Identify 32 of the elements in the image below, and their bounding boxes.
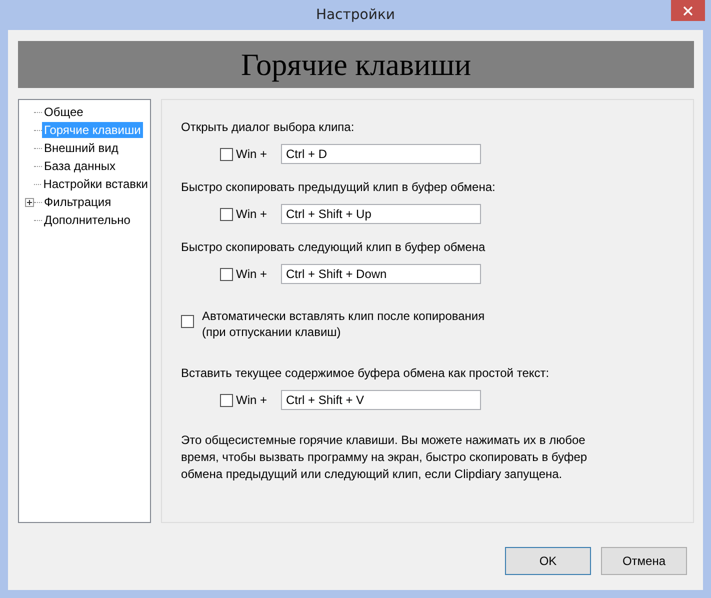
sidebar-item[interactable]: Внешний вид xyxy=(42,140,120,156)
win-label: Win + xyxy=(236,207,268,221)
win-checkbox[interactable] xyxy=(220,148,233,160)
dialog-button[interactable]: OK xyxy=(505,547,591,575)
sidebar-item[interactable]: Общее xyxy=(42,104,86,120)
sidebar-item[interactable]: Дополнительно xyxy=(42,212,132,228)
hotkey-field[interactable]: Ctrl + D xyxy=(281,144,482,164)
expand-icon[interactable] xyxy=(25,198,34,206)
setting-label: Вставить текущее содержимое буфера обмена как простой текст: xyxy=(181,366,550,380)
win-checkbox[interactable] xyxy=(220,394,233,406)
page-header: Горячие клавиши xyxy=(18,41,694,88)
win-checkbox[interactable] xyxy=(220,208,233,220)
info-text: Это общесистемные горячие клавиши. Вы можете нажимать их в любое время, чтобы вызвать программу на экран, быстро скопировать в буфер обмена предыдущий или следующий клип, если Clipdiary запущена. xyxy=(181,432,588,483)
hotkey-field[interactable]: Ctrl + Shift + Up xyxy=(281,204,482,224)
win-label: Win + xyxy=(236,147,268,161)
setting-label: Быстро скопировать предыдущий клип в буфер обмена: xyxy=(181,180,496,194)
sidebar-item[interactable]: Настройки вставки xyxy=(41,176,150,192)
win-checkbox[interactable] xyxy=(220,268,233,280)
checkbox[interactable] xyxy=(181,315,194,328)
win-label: Win + xyxy=(236,393,268,407)
window-title: Настройки xyxy=(316,7,396,23)
sidebar-item[interactable]: Фильтрация xyxy=(42,194,114,210)
sidebar-item[interactable]: База данных xyxy=(42,158,118,174)
dialog-button[interactable]: Отмена xyxy=(601,547,687,575)
checkbox-label: Автоматически вставлять клип после копирования (при отпускании клавиш) xyxy=(202,308,485,340)
setting-label: Быстро скопировать следующий клип в буфер обмена xyxy=(181,240,486,254)
setting-label: Открыть диалог выбора клипа: xyxy=(181,120,356,134)
win-label: Win + xyxy=(236,267,268,281)
hotkey-field[interactable]: Ctrl + Shift + V xyxy=(281,390,482,410)
hotkey-field[interactable]: Ctrl + Shift + Down xyxy=(281,264,482,284)
close-icon xyxy=(683,6,693,16)
close-button[interactable] xyxy=(671,0,705,21)
